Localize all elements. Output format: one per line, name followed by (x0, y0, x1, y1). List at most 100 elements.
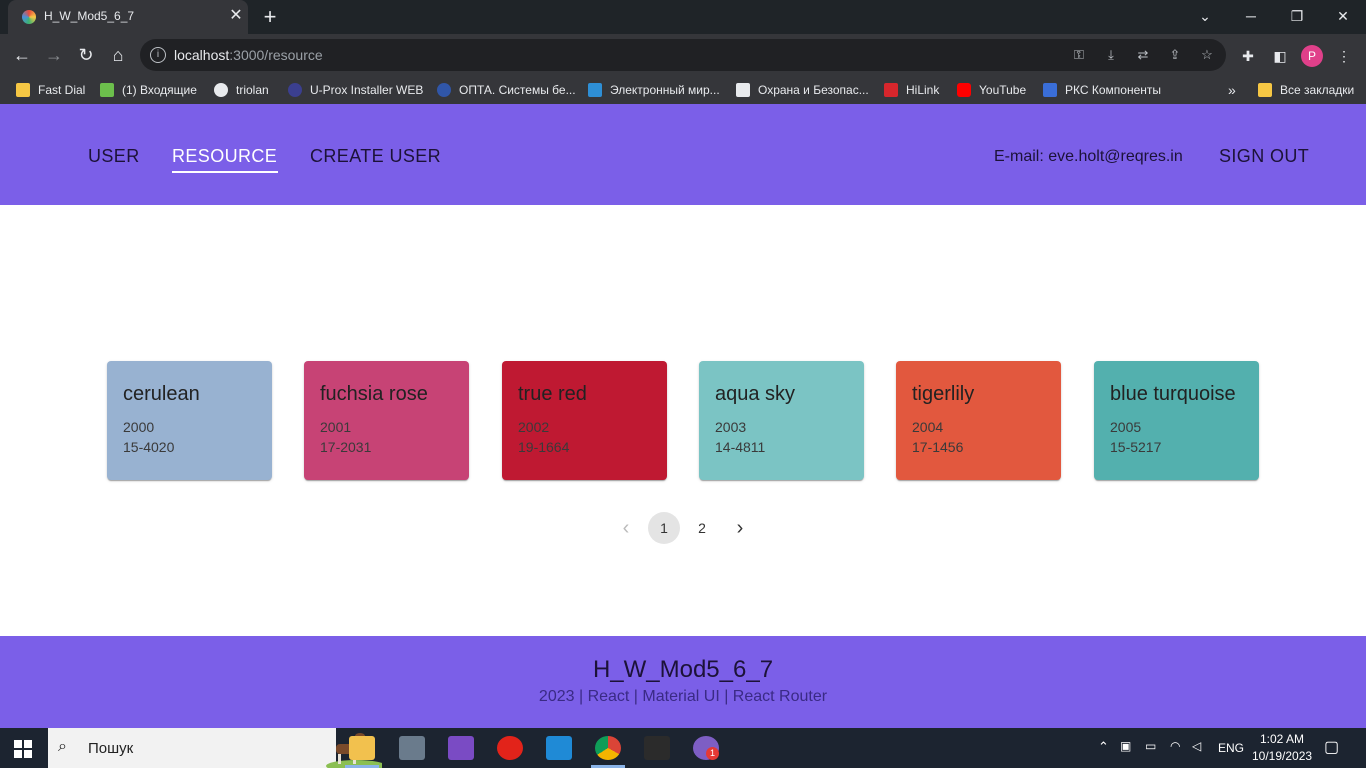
tab-search-icon[interactable]: ⌄ (1190, 4, 1220, 28)
visual-studio-icon[interactable] (448, 736, 474, 760)
bookmark-label: (1) Входящие (122, 83, 197, 97)
bookmark-label: HiLink (906, 83, 940, 97)
new-tab-button[interactable]: + (258, 5, 282, 29)
resource-pantone: 15-5217 (1110, 439, 1162, 455)
resource-pantone: 19-1664 (518, 439, 570, 455)
resource-card[interactable]: true red 2002 19-1664 (502, 361, 667, 480)
rks-icon (1043, 83, 1057, 97)
youtube-icon (957, 83, 971, 97)
resource-year: 2000 (123, 419, 155, 435)
bookmark-rks[interactable]: РКС Компоненты (1043, 82, 1161, 98)
vscode-icon[interactable] (546, 736, 572, 760)
bookmark-label: YouTube (979, 83, 1027, 97)
prev-page-button[interactable]: ‹ (610, 512, 642, 544)
bookmark-fast-dial[interactable]: Fast Dial (16, 82, 85, 98)
opera-icon[interactable] (497, 736, 523, 760)
forward-button[interactable]: → (41, 42, 67, 68)
share-icon[interactable]: ⇪ (1166, 46, 1184, 64)
translate-icon[interactable]: ⇄ (1134, 46, 1152, 64)
resource-name: cerulean (123, 383, 200, 405)
all-bookmarks-folder[interactable]: Все закладки (1258, 82, 1354, 98)
clock-date: 10/19/2023 (1252, 749, 1313, 763)
menu-kebab-icon[interactable]: ⋮ (1334, 46, 1354, 66)
uprox-icon (288, 83, 302, 97)
resource-card[interactable]: blue turquoise 2005 15-5217 (1094, 361, 1259, 480)
notifications-icon[interactable]: ▢ (1324, 737, 1339, 757)
install-app-icon[interactable]: ⤓ (1102, 46, 1120, 64)
bookmark-youtube[interactable]: YouTube (957, 82, 1026, 98)
nav-user-link[interactable]: USER (88, 146, 140, 167)
site-info-icon[interactable]: i (150, 47, 166, 63)
page-1-button[interactable]: 1 (648, 512, 680, 544)
resource-card[interactable]: fuchsia rose 2001 17-2031 (304, 361, 469, 480)
close-tab-icon[interactable]: ✕ (226, 6, 246, 26)
mail-icon (100, 83, 114, 97)
bookmark-label: triolan (236, 83, 269, 97)
bookmark-opta[interactable]: ОПТА. Системы бе... (437, 82, 576, 98)
password-key-icon[interactable]: ⚿ (1070, 46, 1088, 64)
bookmarks-bar: Fast Dial (1) Входящие triolan U-Prox In… (0, 76, 1366, 104)
bookmark-eworld[interactable]: Электронный мир... (588, 82, 720, 98)
resource-card[interactable]: cerulean 2000 15-4020 (107, 361, 272, 480)
browser-tab[interactable]: H_W_Mod5_6_7 ✕ (8, 0, 248, 34)
resource-pantone: 14-4811 (715, 439, 766, 455)
battery-icon[interactable]: ▭ (1145, 739, 1156, 753)
profile-avatar[interactable]: P (1301, 45, 1323, 67)
footer-title: H_W_Mod5_6_7 (592, 656, 774, 683)
chrome-icon[interactable] (595, 736, 621, 760)
windows-start-icon[interactable] (14, 740, 32, 758)
next-page-button[interactable]: › (724, 512, 756, 544)
page-2-button[interactable]: 2 (686, 512, 718, 544)
resource-card[interactable]: tigerlily 2004 17-1456 (896, 361, 1061, 480)
wifi-icon[interactable]: ◠ (1170, 739, 1180, 753)
close-window-button[interactable]: ✕ (1328, 4, 1358, 28)
file-explorer-icon[interactable] (349, 736, 375, 760)
globe-icon (214, 83, 228, 97)
resource-year: 2003 (715, 419, 747, 435)
bookmark-uprox[interactable]: U-Prox Installer WEB (288, 82, 423, 98)
sign-out-button[interactable]: SIGN OUT (1219, 146, 1309, 167)
taskbar-clock[interactable]: 1:02 AM 10/19/2023 (1252, 731, 1312, 765)
restore-button[interactable]: ❐ (1282, 4, 1312, 28)
bookmark-security[interactable]: Охрана и Безопас... (736, 82, 869, 98)
bookmark-label: ОПТА. Системы бе... (459, 83, 576, 97)
back-button[interactable]: ← (9, 42, 35, 68)
bookmark-star-icon[interactable]: ☆ (1198, 46, 1216, 64)
resource-card[interactable]: aqua sky 2003 14-4811 (699, 361, 864, 480)
nav-resource-link[interactable]: RESOURCE (172, 146, 277, 167)
bookmark-hilink[interactable]: HiLink (884, 82, 939, 98)
url-path: :3000/resource (229, 47, 323, 63)
address-bar[interactable]: i localhost:3000/resource ⚿ ⤓ ⇄ ⇪ ☆ (140, 39, 1226, 71)
resource-pantone: 15-4020 (123, 439, 175, 455)
resource-name: tigerlily (912, 383, 975, 405)
bookmark-label: Электронный мир... (610, 83, 720, 97)
search-icon: ⌕ (58, 738, 67, 755)
tray-overflow-icon[interactable]: ⌃ (1098, 739, 1109, 755)
reload-button[interactable]: ↻ (73, 42, 99, 68)
calculator-icon[interactable] (399, 736, 425, 760)
volume-icon[interactable]: ◁ (1192, 739, 1201, 753)
bookmark-inbox[interactable]: (1) Входящие (100, 82, 197, 98)
side-panel-icon[interactable]: ◧ (1270, 46, 1290, 66)
resource-pantone: 17-2031 (320, 439, 372, 455)
tray-app-icon[interactable]: ▣ (1120, 739, 1131, 753)
browser-tab-strip: H_W_Mod5_6_7 ✕ + ⌄ ─ ❐ ✕ (0, 0, 1366, 34)
language-indicator[interactable]: ENG (1218, 741, 1244, 755)
browser-toolbar: ← → ↻ ⌂ i localhost:3000/resource ⚿ ⤓ ⇄ … (0, 34, 1366, 76)
minimize-button[interactable]: ─ (1236, 4, 1266, 28)
pro-app-icon[interactable] (644, 736, 670, 760)
bookmarks-overflow-button[interactable]: » (1228, 82, 1236, 98)
home-button[interactable]: ⌂ (105, 42, 131, 68)
taskbar-search-box[interactable]: ⌕ Пошук (48, 728, 382, 768)
tab-favicon-icon (22, 10, 36, 24)
bookmark-label: Fast Dial (38, 83, 86, 97)
resource-year: 2004 (912, 419, 944, 435)
bookmark-triolan[interactable]: triolan (214, 82, 269, 98)
extensions-icon[interactable]: ✚ (1238, 46, 1258, 66)
bookmark-label: РКС Компоненты (1065, 83, 1161, 97)
folder-icon (16, 83, 30, 97)
url-text[interactable]: localhost:3000/resource (174, 47, 323, 63)
taskbar-search-placeholder: Пошук (88, 740, 134, 757)
folder-icon (1258, 83, 1272, 97)
nav-create-user-link[interactable]: CREATE USER (310, 146, 441, 167)
